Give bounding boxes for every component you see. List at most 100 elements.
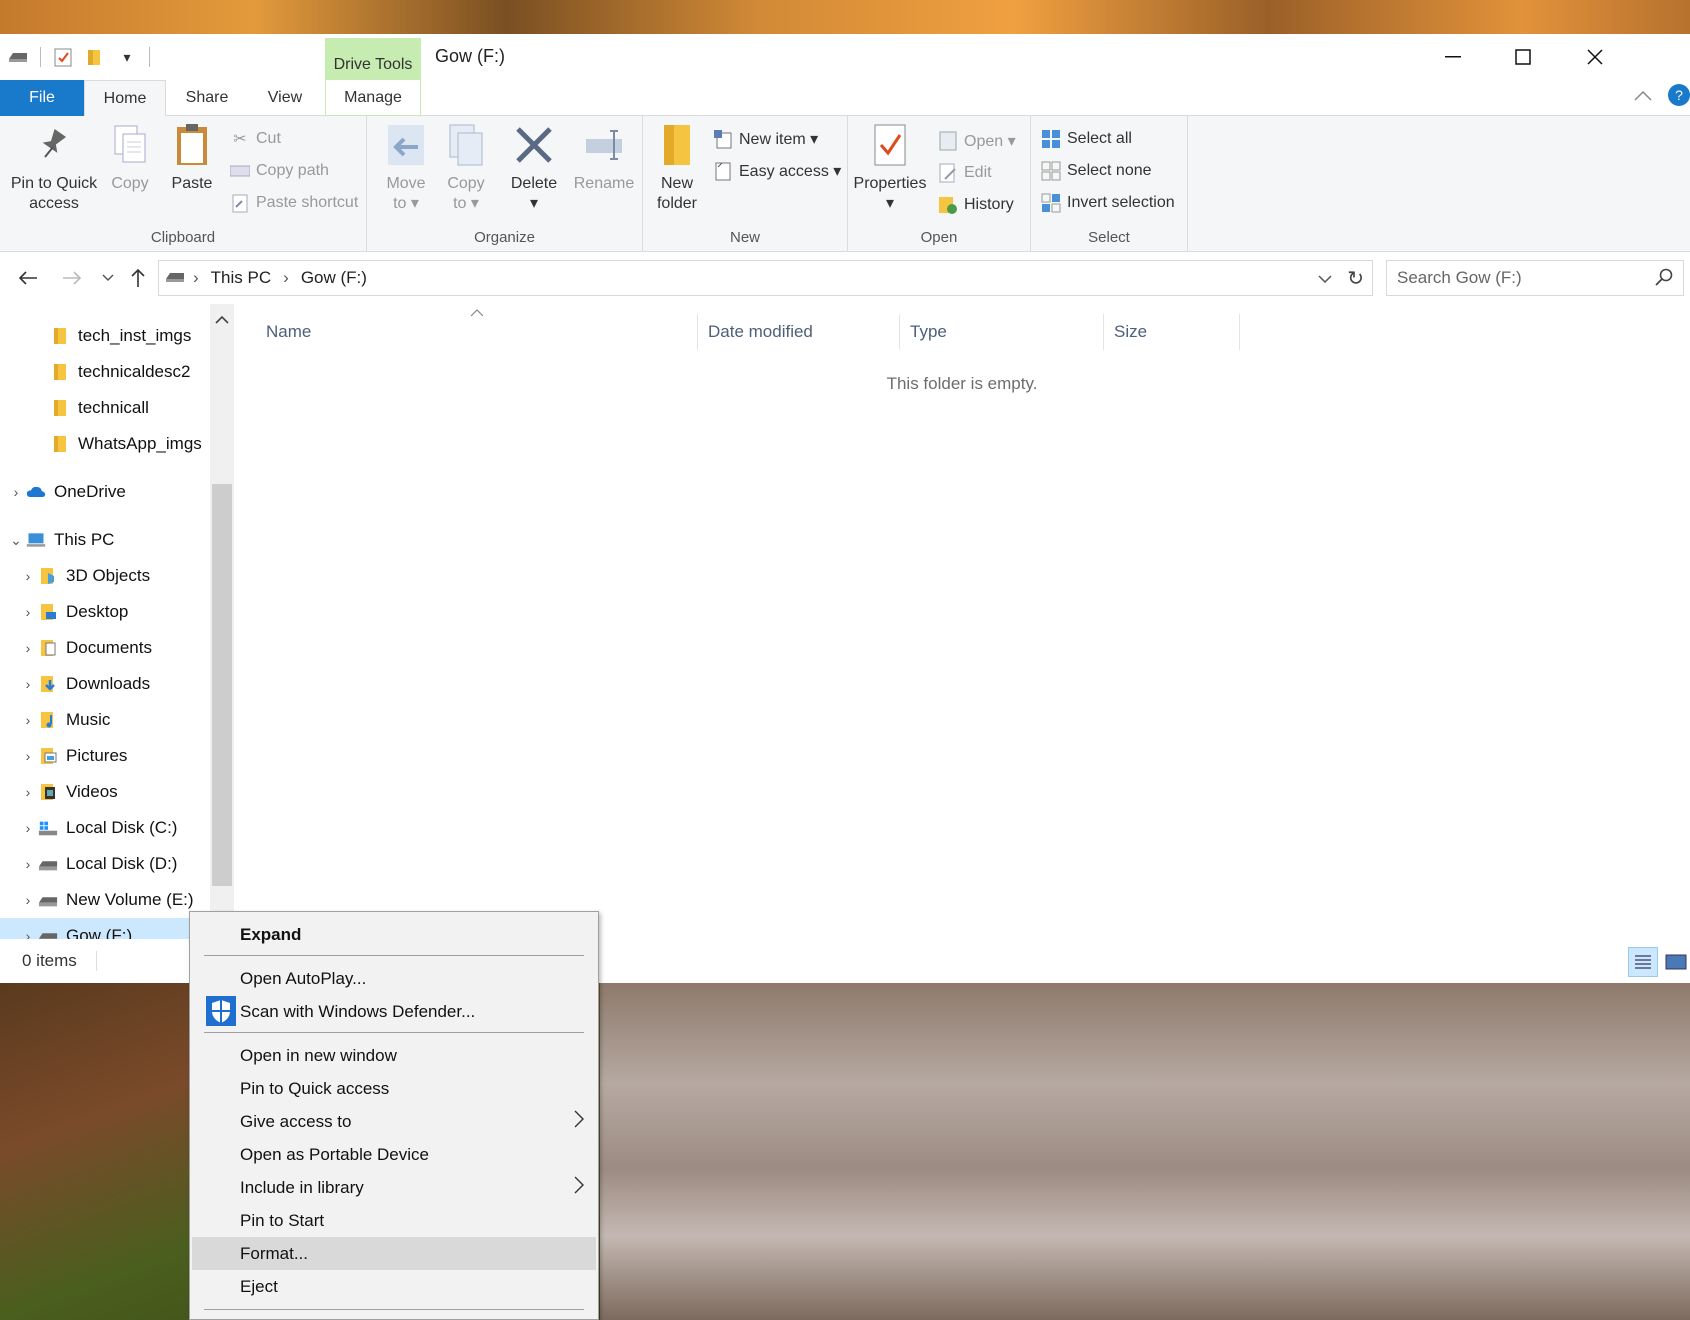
nav-item-music[interactable]: › Music	[0, 702, 210, 738]
delete-button[interactable]: Delete ▾	[505, 122, 563, 214]
ctx-scan-defender[interactable]: Scan with Windows Defender...	[192, 995, 596, 1028]
paste-button[interactable]: Paste	[164, 122, 220, 194]
chevron-right-icon[interactable]: ›	[18, 856, 38, 872]
search-icon[interactable]	[1655, 268, 1673, 291]
nav-item-local-disk-c[interactable]: › Local Disk (C:)	[0, 810, 210, 846]
cut-label: Cut	[256, 130, 281, 147]
collapse-ribbon-icon[interactable]	[1634, 85, 1652, 106]
easy-access-button[interactable]: Easy access ▾	[713, 158, 841, 184]
select-all-button[interactable]: Select all	[1041, 126, 1132, 152]
column-header-type[interactable]: Type	[900, 314, 1104, 350]
details-view-button[interactable]	[1628, 947, 1658, 977]
recent-locations-dropdown[interactable]	[94, 264, 122, 292]
new-folder-icon[interactable]	[85, 47, 105, 67]
nav-item-new-volume-e[interactable]: › New Volume (E:)	[0, 882, 210, 918]
chevron-right-icon[interactable]: ›	[18, 568, 38, 584]
chevron-down-icon[interactable]: ⌄	[6, 532, 26, 549]
new-item-button[interactable]: New item ▾	[713, 126, 818, 152]
column-header-date-modified[interactable]: Date modified	[698, 314, 900, 350]
copy-path-button[interactable]: Copy path	[230, 158, 329, 184]
cut-button[interactable]: ✂ Cut	[230, 126, 281, 152]
search-box[interactable]: Search Gow (F:)	[1386, 260, 1684, 296]
copy-path-label: Copy path	[256, 162, 329, 179]
tab-file[interactable]: File	[0, 80, 84, 116]
customize-toolbar-dropdown-icon[interactable]: ▾	[117, 47, 137, 67]
nav-item-this-pc[interactable]: ⌄ This PC	[0, 522, 210, 558]
ctx-open-portable[interactable]: Open as Portable Device	[192, 1138, 596, 1171]
nav-item-documents[interactable]: › Documents	[0, 630, 210, 666]
chevron-right-icon[interactable]: ›	[18, 892, 38, 908]
column-header-name[interactable]: Name	[256, 314, 698, 350]
properties-button[interactable]: Properties ▾	[852, 122, 928, 214]
address-history-dropdown-icon[interactable]	[1318, 268, 1332, 288]
rename-button[interactable]: Rename	[569, 122, 639, 194]
back-button[interactable]	[14, 264, 42, 292]
forward-button[interactable]	[58, 264, 86, 292]
chevron-right-icon[interactable]: ›	[18, 676, 38, 692]
chevron-right-icon[interactable]: ›	[18, 712, 38, 728]
ctx-open-autoplay[interactable]: Open AutoPlay...	[192, 962, 596, 995]
ctx-open-new-window[interactable]: Open in new window	[192, 1039, 596, 1072]
invert-selection-button[interactable]: Invert selection	[1041, 190, 1175, 216]
breadcrumb-separator-icon[interactable]: ›	[193, 268, 199, 288]
edit-button[interactable]: Edit	[938, 160, 992, 186]
nav-scrollbar-thumb[interactable]	[212, 484, 232, 886]
delete-dropdown-arrow[interactable]: ▾	[530, 194, 538, 214]
nav-item-onedrive[interactable]: › OneDrive	[0, 474, 210, 510]
tab-manage[interactable]: Manage	[325, 80, 421, 116]
copy-button[interactable]: Copy	[104, 122, 156, 194]
new-folder-button[interactable]: New folder	[649, 122, 705, 214]
close-button[interactable]	[1560, 34, 1630, 80]
minimize-button[interactable]	[1418, 34, 1488, 80]
nav-item-tech-inst-imgs[interactable]: tech_inst_imgs	[0, 318, 210, 354]
chevron-right-icon[interactable]: ›	[18, 820, 38, 836]
refresh-icon[interactable]: ↻	[1347, 266, 1364, 291]
nav-item-desktop[interactable]: › Desktop	[0, 594, 210, 630]
nav-item-technicaldesc2[interactable]: technicaldesc2	[0, 354, 210, 390]
move-to-button[interactable]: Move to ▾	[379, 122, 433, 214]
nav-item-technicall[interactable]: technicall	[0, 390, 210, 426]
up-button[interactable]	[124, 264, 152, 292]
nav-item-3d-objects[interactable]: › 3D Objects	[0, 558, 210, 594]
large-icons-view-button[interactable]	[1664, 949, 1688, 975]
nav-item-whatsapp-imgs[interactable]: WhatsApp_imgs	[0, 426, 210, 462]
ctx-give-access[interactable]: Give access to	[192, 1105, 596, 1138]
tab-view[interactable]: View	[250, 80, 320, 116]
nav-item-pictures[interactable]: › Pictures	[0, 738, 210, 774]
tab-home[interactable]: Home	[84, 80, 166, 117]
ctx-pin-quick-access[interactable]: Pin to Quick access	[192, 1072, 596, 1105]
nav-item-downloads[interactable]: › Downloads	[0, 666, 210, 702]
paste-shortcut-button[interactable]: Paste shortcut	[230, 190, 358, 216]
ctx-expand[interactable]: Expand	[192, 918, 596, 951]
nav-item-videos[interactable]: › Videos	[0, 774, 210, 810]
breadcrumb-separator-icon[interactable]: ›	[283, 268, 289, 288]
ctx-pin-start[interactable]: Pin to Start	[192, 1204, 596, 1237]
tab-share[interactable]: Share	[170, 80, 244, 116]
ctx-eject[interactable]: Eject	[192, 1270, 596, 1303]
scroll-up-icon[interactable]	[214, 312, 230, 328]
nav-item-gow-f[interactable]: › Gow (F:)	[0, 918, 210, 939]
ctx-include-library[interactable]: Include in library	[192, 1171, 596, 1204]
chevron-right-icon[interactable]: ›	[18, 928, 38, 939]
chevron-right-icon[interactable]: ›	[18, 748, 38, 764]
properties-dropdown-arrow[interactable]: ▾	[886, 194, 894, 214]
chevron-right-icon[interactable]: ›	[6, 484, 26, 500]
pin-to-quick-access-button[interactable]: Pin to Quick access	[8, 122, 100, 214]
select-none-button[interactable]: Select none	[1041, 158, 1152, 184]
chevron-right-icon[interactable]: ›	[18, 604, 38, 620]
breadcrumb-this-pc[interactable]: This PC	[211, 268, 271, 288]
chevron-right-icon[interactable]: ›	[18, 784, 38, 800]
ctx-format[interactable]: Format...	[192, 1237, 596, 1270]
search-input[interactable]: Search Gow (F:)	[1397, 268, 1522, 288]
help-icon[interactable]: ?	[1668, 84, 1690, 106]
history-button[interactable]: History	[938, 192, 1014, 218]
copy-to-button[interactable]: Copy to ▾	[439, 122, 493, 214]
open-button[interactable]: Open ▾	[938, 128, 1016, 154]
maximize-button[interactable]	[1488, 34, 1558, 80]
nav-item-local-disk-d[interactable]: › Local Disk (D:)	[0, 846, 210, 882]
chevron-right-icon[interactable]: ›	[18, 640, 38, 656]
column-header-size[interactable]: Size	[1104, 314, 1240, 350]
breadcrumb-gow-f[interactable]: Gow (F:)	[301, 268, 367, 288]
address-bar[interactable]: › This PC › Gow (F:) ↻	[158, 260, 1373, 296]
properties-icon[interactable]	[53, 47, 73, 67]
